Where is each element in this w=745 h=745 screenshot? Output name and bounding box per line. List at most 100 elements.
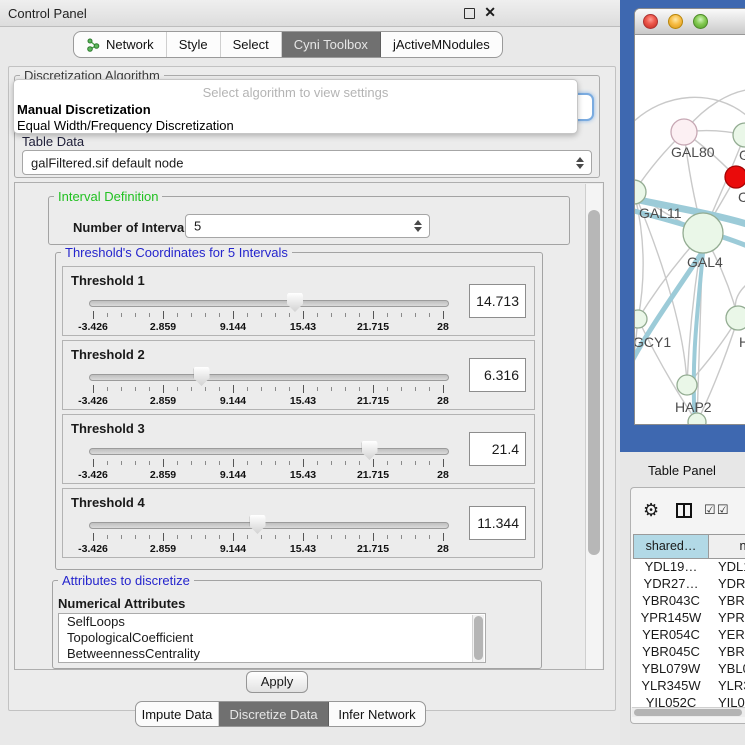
tab-impute-data[interactable]: Impute Data — [136, 702, 219, 726]
vertical-scrollbar[interactable] — [585, 184, 602, 670]
slider-tick — [415, 535, 416, 539]
table-row[interactable]: YLR345WYLR3 — [631, 678, 745, 695]
network-node[interactable] — [725, 166, 745, 188]
threshold-value-field[interactable]: 6.316 — [469, 358, 526, 392]
slider-tick — [233, 459, 234, 467]
tab-discretize-data[interactable]: Discretize Data — [219, 702, 329, 726]
table-data-combobox[interactable]: galFiltered.sif default node — [22, 150, 592, 175]
slider-thumb[interactable] — [362, 441, 378, 460]
horizontal-scrollbar-thumb[interactable] — [634, 709, 742, 716]
table-row[interactable]: YDL19…YDL1 — [631, 559, 745, 576]
network-canvas[interactable]: GAL80GCGAL11GAL4GCY1HHAP2 — [635, 35, 745, 425]
minimize-traffic-light-icon[interactable] — [668, 14, 683, 29]
tab-jactivemnodules[interactable]: jActiveMNodules — [381, 32, 502, 57]
table-row[interactable]: YER054CYER0 — [631, 627, 745, 644]
numerical-attributes-list[interactable]: SelfLoops TopologicalCoefficient Between… — [58, 613, 486, 663]
slider-tick — [177, 387, 178, 391]
slider-tick-label: 9.144 — [220, 395, 246, 407]
slider-tick — [317, 535, 318, 539]
slider-track[interactable] — [89, 522, 449, 529]
network-node-label: H — [739, 334, 745, 350]
close-traffic-light-icon[interactable] — [643, 14, 658, 29]
table-panel-title: Table Panel — [648, 463, 716, 478]
table-row[interactable]: YBR045CYBR0 — [631, 644, 745, 661]
table-data-value: galFiltered.sif default node — [31, 155, 183, 170]
column-header-name[interactable]: na — [709, 534, 745, 559]
slider-tick — [443, 311, 444, 319]
column-header-shared-name[interactable]: shared… — [633, 534, 709, 559]
slider-tick — [135, 461, 136, 465]
table-row[interactable]: YPR145WYPR1 — [631, 610, 745, 627]
slider-tick — [415, 387, 416, 391]
dropdown-item-equal-width-frequency[interactable]: Equal Width/Frequency Discretization — [17, 118, 234, 133]
threshold-value-field[interactable]: 14.713 — [469, 284, 526, 318]
slider-tick — [429, 461, 430, 465]
list-item[interactable]: TopologicalCoefficient — [59, 630, 485, 646]
columns-icon[interactable] — [676, 503, 692, 518]
slider-tick — [401, 461, 402, 465]
tab-select[interactable]: Select — [221, 32, 282, 57]
network-window-titlebar[interactable] — [635, 9, 745, 35]
list-item[interactable]: BetweennessCentrality — [59, 646, 485, 662]
network-node-label: GAL4 — [687, 254, 723, 270]
gear-icon[interactable]: ⚙ — [643, 501, 659, 519]
table-row[interactable]: YDR27…YDR2 — [631, 576, 745, 593]
tab-cyni-toolbox[interactable]: Cyni Toolbox — [282, 32, 381, 57]
network-node[interactable] — [635, 310, 647, 328]
list-scrollbar-thumb[interactable] — [474, 616, 483, 660]
network-node[interactable] — [671, 119, 697, 145]
cell-name: YBR0 — [718, 644, 745, 659]
vertical-scrollbar-thumb[interactable] — [588, 210, 600, 555]
slider-tick — [345, 313, 346, 317]
slider-tick — [359, 387, 360, 391]
slider-tick-label: 21.715 — [357, 395, 389, 407]
number-of-intervals-label: Number of Intervals — [73, 220, 195, 235]
threshold-value-field[interactable]: 21.4 — [469, 432, 526, 466]
network-node-label: HAP2 — [675, 399, 712, 415]
slider-thumb[interactable] — [250, 515, 266, 534]
slider-tick-label: 2.859 — [150, 395, 176, 407]
table-row[interactable]: YBL079WYBL0 — [631, 661, 745, 678]
slider-track[interactable] — [89, 374, 449, 381]
dropdown-item-manual-discretization[interactable]: Manual Discretization — [17, 102, 151, 117]
network-node[interactable] — [733, 123, 745, 147]
slider-thumb[interactable] — [287, 293, 303, 312]
network-node[interactable] — [683, 213, 723, 253]
tab-network[interactable]: Network — [74, 32, 167, 57]
cell-shared-name: YBL079W — [633, 661, 709, 676]
network-node[interactable] — [677, 375, 697, 395]
slider-thumb[interactable] — [194, 367, 210, 386]
slider-tick — [163, 533, 164, 541]
horizontal-scrollbar[interactable] — [632, 707, 745, 717]
slider-tick — [317, 387, 318, 391]
checkbox-icon[interactable]: ☑ — [717, 502, 729, 518]
number-of-intervals-combobox[interactable]: 5 — [185, 214, 430, 238]
list-item[interactable]: SelfLoops — [59, 614, 485, 630]
slider-tick — [443, 459, 444, 467]
numerical-attributes-label: Numerical Attributes — [58, 596, 185, 611]
checkbox-icon[interactable]: ☑ — [704, 502, 716, 518]
apply-button[interactable]: Apply — [246, 671, 308, 693]
dropdown-hint: Select algorithm to view settings — [14, 85, 577, 100]
float-window-icon[interactable] — [464, 8, 475, 19]
slider-tick — [261, 387, 262, 391]
slider-track[interactable] — [89, 448, 449, 455]
combo-spinner-icon — [414, 220, 422, 232]
slider-track[interactable] — [89, 300, 449, 307]
zoom-traffic-light-icon[interactable] — [693, 14, 708, 29]
close-icon[interactable]: ✕ — [484, 4, 496, 21]
tab-style[interactable]: Style — [167, 32, 221, 57]
slider-tick — [401, 387, 402, 391]
tab-infer-network[interactable]: Infer Network — [329, 702, 425, 726]
slider-tick — [247, 313, 248, 317]
list-scrollbar[interactable] — [472, 615, 484, 662]
slider-tick — [219, 461, 220, 465]
slider-tick-label: 15.43 — [290, 321, 316, 333]
cell-shared-name: YDR27… — [633, 576, 709, 591]
threshold-value-field[interactable]: 11.344 — [469, 506, 526, 540]
cell-shared-name: YPR145W — [633, 610, 709, 625]
slider-tick — [359, 461, 360, 465]
slider-tick — [219, 535, 220, 539]
network-node[interactable] — [726, 306, 745, 330]
table-row[interactable]: YBR043CYBR0 — [631, 593, 745, 610]
